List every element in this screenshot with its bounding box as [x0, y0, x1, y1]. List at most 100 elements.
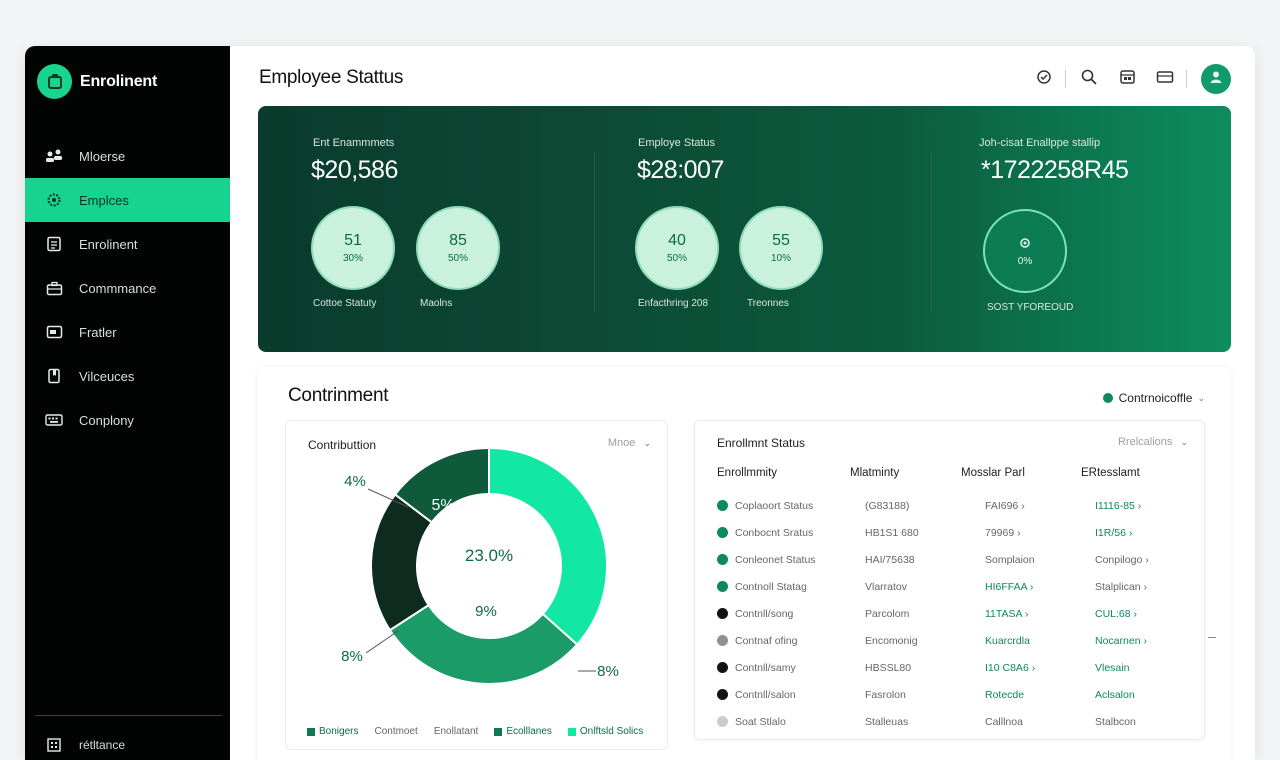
keyboard-icon [45, 411, 63, 429]
table-row[interactable]: Contnll/samy HBSSL80 I10 C8A6 › Vlesain [717, 662, 1187, 689]
table-cell-parl: Rotecde [985, 689, 1025, 701]
legend-item[interactable]: Ecolllanes [494, 726, 552, 737]
metric-bubble[interactable]: 51 30% [311, 206, 395, 290]
table-cell-estimate: Nocarnen › [1095, 635, 1147, 647]
metric-caption: Treonnes [747, 298, 789, 309]
metric-value: 55 [772, 232, 790, 249]
table-row[interactable]: Coplaoort Status (G83188) FAI696 › I1116-85… [717, 500, 1187, 527]
sidebar-item-commmance[interactable]: Commmance [25, 266, 230, 310]
sidebar-item-mloerse[interactable]: Mloerse [25, 134, 230, 178]
header-toolbar [1021, 64, 1231, 94]
sidebar-item-enrolinent[interactable]: Enrolinent [25, 222, 230, 266]
bookmark-icon [45, 367, 63, 385]
panel-filter-dropdown[interactable]: Contrnoicoffle ⌄ [1102, 391, 1205, 405]
legend-item[interactable]: Bonigers [307, 726, 358, 737]
panel-title: Contrinment [288, 385, 389, 406]
metric-bubble[interactable]: 55 10% [739, 206, 823, 290]
table-cell-maturity: Stalleuas [865, 716, 909, 728]
card-icon [45, 323, 63, 341]
table-more-label: Rrelcalions [1117, 436, 1173, 448]
stats-banner: Ent Enammmets $20,586 51 30% Cottoe Stat… [258, 106, 1231, 352]
metric-percent: 10% [770, 253, 791, 264]
table-row[interactable]: Contnaf ofing Encomonig Kuarcrdla Nocarnen … [717, 635, 1187, 662]
table-row[interactable]: Contnll/salon Fasrolon Rotecde Aclsalon [717, 689, 1187, 716]
table-cell-status: Coplaoort Status [735, 500, 814, 512]
sidebar-item-label: Enrolinent [79, 236, 138, 252]
table-row[interactable]: Conbocnt Sratus HB1S1 680 79969 › I1R/56 › [717, 527, 1187, 554]
column-header[interactable]: Mosslar Parl [961, 467, 1025, 479]
table-cell-maturity: HBSSL80 [865, 662, 912, 674]
brand-logo-icon [37, 64, 72, 99]
table-cell-status: Conleonet Status [735, 554, 816, 566]
sidebar-footer-label: rétltance [79, 738, 126, 752]
donut-chart[interactable]: 4% 5% 23.0% 9% 8% 8% [286, 421, 669, 751]
search-button[interactable] [1074, 64, 1104, 94]
chevron-down-icon: ⌄ [1180, 437, 1188, 447]
metric-percent: 30% [342, 253, 363, 264]
sidebar-item-conplony[interactable]: Conplony [25, 398, 230, 442]
metric-value: 85 [449, 232, 467, 249]
progress-ring[interactable]: 0% [983, 209, 1067, 293]
stat-card-employee-status: Employe Status $28:007 40 50% Enfacthrin… [595, 106, 930, 352]
metric-caption: Maolns [420, 298, 453, 309]
folder-button[interactable] [1150, 64, 1180, 94]
sidebar-item-label: Commmance [79, 280, 157, 296]
metric-bubble[interactable]: 85 50% [416, 206, 500, 290]
column-header[interactable]: Enrollmmity [717, 467, 777, 479]
donut-annotation: 8% [341, 648, 363, 665]
avatar[interactable] [1201, 64, 1231, 94]
table-more-dropdown[interactable]: Rrelcalions ⌄ [1118, 436, 1188, 448]
sidebar-item-fratler[interactable]: Fratler [25, 310, 230, 354]
stat-value: *1722258R45 [981, 156, 1129, 184]
sidebar-item-label: Mloerse [79, 148, 126, 164]
sidebar-item-label: Emplces [79, 192, 129, 208]
sidebar-item-retltance[interactable]: rétltance [45, 736, 125, 754]
donut-annotation: 23.0% [465, 546, 513, 565]
metric-bubble[interactable]: 40 50% [635, 206, 719, 290]
sidebar-item-label: Fratler [79, 324, 117, 340]
table-cell-maturity: HAI/75638 [865, 554, 915, 566]
contribution-chart-card: Contributtion Mnoe ⌄ 4% 5% 23.0% 9% 8% 8% Bon… [285, 420, 668, 750]
people-icon [45, 147, 63, 165]
sidebar-nav: Mloerse Emplces Enrolinent Commmance Fra… [25, 134, 230, 442]
column-header[interactable]: ERtesslamt [1081, 467, 1140, 479]
status-dot-icon [717, 689, 728, 700]
table-row[interactable]: Contnoll Statag Vlarratov HI6FFAA › Stalpli… [717, 581, 1187, 608]
stat-label: Employe Status [638, 137, 716, 149]
table-row[interactable]: Conleonet Status HAI/75638 Somplaion Conpil… [717, 554, 1187, 581]
legend-swatch [567, 727, 576, 736]
metric-percent: 50% [666, 253, 687, 264]
status-dot-icon [717, 554, 728, 565]
donut-annotation: 4% [344, 473, 366, 490]
donut-annotation: 8% [597, 663, 619, 680]
legend-item[interactable]: Enollatant [434, 726, 478, 737]
status-dot-icon [717, 527, 728, 538]
legend-item[interactable]: Onlftsld Solics [567, 726, 643, 737]
table-cell-parl: HI6FFAA › [985, 581, 1034, 593]
table-row[interactable]: Contnll/song Parcolom 11TASA › CUL:68 › [717, 608, 1187, 635]
refresh-button[interactable] [1029, 64, 1059, 94]
chevron-down-icon: ⌄ [1197, 392, 1205, 403]
sidebar-item-vilceuces[interactable]: Vilceuces [25, 354, 230, 398]
metric-percent: 50% [447, 253, 468, 264]
annotation-leader-line [365, 630, 399, 654]
calendar-button[interactable] [1112, 64, 1142, 94]
table-row[interactable]: Soat Stlalo Stalleuas Calllnoa Stalbcon [717, 716, 1187, 743]
chart-legend: Bonigers Contmoet Enollatant Ecolllanes Onlf… [307, 726, 659, 737]
table-cell-maturity: Parcolom [865, 608, 910, 620]
metric-caption: SOST YFOREOUD [987, 302, 1074, 313]
column-header[interactable]: Mlatminty [850, 467, 899, 479]
building-icon [45, 736, 63, 754]
refresh-icon [1035, 68, 1053, 91]
table-cell-maturity: HB1S1 680 [865, 527, 919, 539]
brand[interactable]: Enrolinent [37, 64, 157, 99]
scrollbar-marker[interactable] [1208, 637, 1216, 638]
table-cell-estimate: I1R/56 › [1095, 527, 1133, 539]
sidebar-item-emplces[interactable]: Emplces [25, 178, 230, 222]
table-cell-parl: I10 C8A6 › [985, 662, 1036, 674]
briefcase-icon [45, 279, 63, 297]
legend-item[interactable]: Contmoet [374, 726, 417, 737]
table-cell-estimate: I1116-85 › [1095, 500, 1142, 512]
table-cell-parl: 11TASA › [985, 608, 1029, 620]
table-cell-estimate: Vlesain [1095, 662, 1130, 674]
